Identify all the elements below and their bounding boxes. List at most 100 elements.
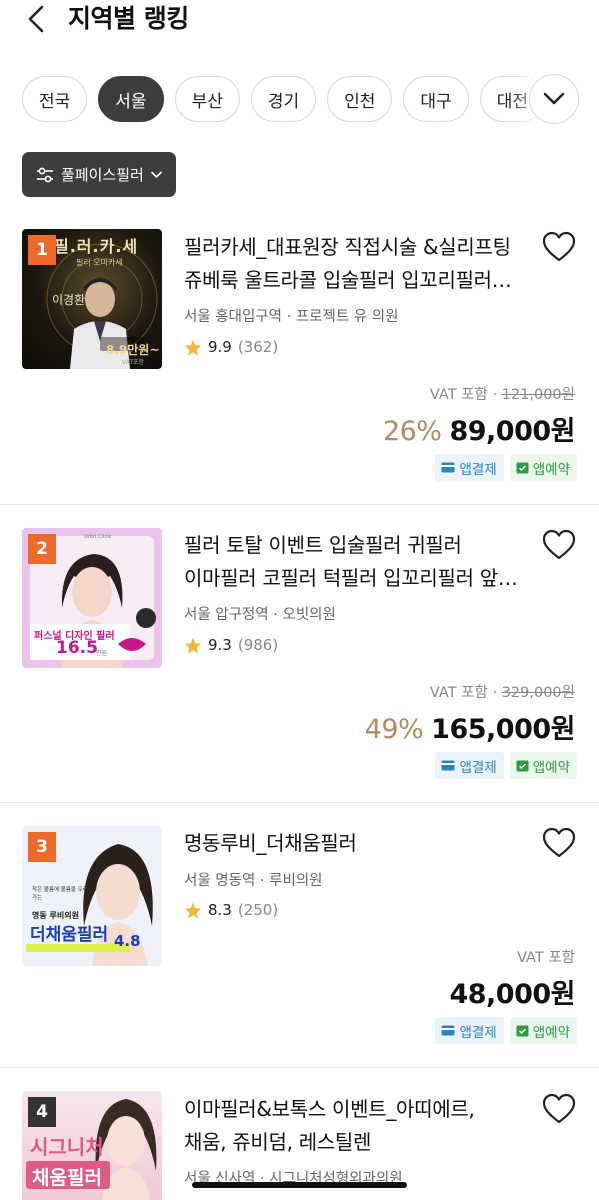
original-price: 121,000원 bbox=[501, 387, 575, 403]
item-thumbnail[interactable]: 시그니처 채움필러 4 bbox=[22, 1091, 162, 1200]
item-title-line: 이마필러&보톡스 이벤트_아띠에르, bbox=[184, 1097, 475, 1121]
app-pay-tag: 앱결제 bbox=[435, 1017, 504, 1044]
original-price: 329,000원 bbox=[501, 685, 575, 701]
app-booking-tag: 앱예약 bbox=[509, 752, 577, 779]
item-title-line: 필러 토탈 이벤트 입술필러 귀필러 bbox=[184, 533, 462, 557]
price-box: VAT 포함 · 329,000원 49% 165,000원 bbox=[364, 681, 576, 746]
vat-line: VAT 포함 · 329,000원 bbox=[365, 681, 575, 702]
region-chip-seoul[interactable]: 서울 bbox=[98, 76, 164, 122]
item-title[interactable]: 명동루비_더채움필러 bbox=[184, 827, 544, 860]
thumb-price: 4.8 bbox=[114, 932, 141, 950]
item-tags: 앱결제 앱예약 bbox=[435, 454, 577, 481]
rank-badge: 4 bbox=[28, 1097, 56, 1127]
final-price: 48,000원 bbox=[449, 979, 575, 1010]
item-location: 서울 홍대입구역 · 프로젝트 유 의원 bbox=[184, 309, 399, 325]
expand-regions-button[interactable] bbox=[529, 74, 579, 124]
sliders-icon bbox=[37, 167, 53, 182]
calendar-check-icon bbox=[516, 1025, 529, 1037]
chevron-down-icon bbox=[151, 171, 162, 178]
app-pay-label: 앱결제 bbox=[459, 759, 497, 776]
heart-icon[interactable] bbox=[542, 1093, 576, 1125]
item-tags: 앱결제 앱예약 bbox=[435, 752, 577, 779]
review-count: (986) bbox=[237, 636, 279, 654]
app-booking-tag: 앱예약 bbox=[509, 1017, 577, 1044]
app-pay-label: 앱결제 bbox=[459, 461, 497, 478]
vat-label: VAT 포함 · bbox=[429, 387, 498, 403]
final-price: 89,000원 bbox=[449, 416, 575, 447]
region-filter-row: 전국 서울 부산 경기 인천 대구 대전 bbox=[0, 72, 599, 128]
app-pay-label: 앱결제 bbox=[459, 1024, 497, 1041]
back-arrow-icon[interactable] bbox=[22, 4, 52, 34]
thumb-heading: 채움필러 bbox=[32, 1167, 102, 1189]
calendar-check-icon bbox=[516, 760, 529, 772]
item-rating: 9.9 (362) bbox=[184, 338, 278, 356]
discount-rate: 26% bbox=[382, 416, 442, 447]
region-chip-daegu[interactable]: 대구 bbox=[403, 76, 469, 122]
app-pay-tag: 앱결제 bbox=[435, 752, 504, 779]
review-count: (362) bbox=[237, 338, 279, 356]
item-title-line: 필러카세_대표원장 직접시술 &실리프팅 bbox=[184, 235, 511, 259]
price-line: 48,000원 bbox=[449, 972, 575, 1011]
thumb-heading: 더채움필러 bbox=[30, 925, 109, 945]
price-box: VAT 포함 48,000원 bbox=[449, 946, 575, 1011]
item-thumbnail[interactable]: Orbit Clinic 퍼스널 디자인 필러 16.5 만원 2 bbox=[22, 528, 162, 668]
star-icon bbox=[184, 637, 202, 654]
heart-icon[interactable] bbox=[542, 827, 576, 859]
thumb-price: 16.5 bbox=[56, 638, 98, 658]
procedure-filter-button[interactable]: 풀페이스필러 bbox=[22, 152, 176, 197]
rating-score: 9.3 bbox=[208, 636, 232, 654]
price-line: 49% 165,000원 bbox=[364, 707, 576, 746]
item-location: 서울 압구정역 · 오빗의원 bbox=[184, 607, 336, 623]
item-rating: 9.3 (986) bbox=[184, 636, 278, 654]
heart-icon[interactable] bbox=[542, 231, 576, 263]
app-booking-tag: 앱예약 bbox=[509, 454, 577, 481]
item-title[interactable]: 필러 토탈 이벤트 입술필러 귀필러 이마필러 코필러 턱필러 입꼬리필러 앞… bbox=[184, 529, 544, 595]
region-chip-incheon[interactable]: 인천 bbox=[327, 76, 393, 122]
thumb-heading: 필.러.카.세 bbox=[54, 237, 139, 256]
thumb-brand: Orbit Clinic bbox=[84, 534, 112, 540]
region-chip-nationwide[interactable]: 전국 bbox=[22, 76, 88, 122]
region-chip-busan[interactable]: 부산 bbox=[174, 76, 240, 122]
app-booking-label: 앱예약 bbox=[532, 1024, 570, 1041]
chevron-down-icon bbox=[543, 92, 565, 105]
item-title[interactable]: 필러카세_대표원장 직접시술 &실리프팅 쥬베룩 울트라콜 입술필러 입꼬리필러… bbox=[184, 231, 544, 297]
item-title-line: 이마필러 코필러 턱필러 입꼬리필러 앞… bbox=[184, 566, 518, 590]
thumb-subheading: 시그니처 bbox=[30, 1135, 104, 1159]
thumb-doctor-name: 이경환 bbox=[52, 293, 86, 307]
vat-line: VAT 포함 · 121,000원 bbox=[383, 383, 575, 404]
item-thumbnail[interactable]: 필.러.카.세 필러 오마카세 이경환 8.9만원~ VAT포함 1 bbox=[22, 229, 162, 369]
card-icon bbox=[441, 462, 455, 473]
item-divider bbox=[0, 802, 599, 803]
item-divider bbox=[0, 504, 599, 505]
rank-badge: 3 bbox=[28, 832, 56, 862]
card-icon bbox=[441, 1025, 455, 1036]
calendar-check-icon bbox=[516, 462, 529, 474]
item-thumbnail[interactable]: 작은 볼륨에 볼륨을 오래가는 명동 루비의원 더채움필러 4.8 3 bbox=[22, 826, 162, 966]
card-icon bbox=[441, 760, 455, 771]
rank-badge: 2 bbox=[28, 534, 56, 564]
rank-badge: 1 bbox=[28, 235, 56, 265]
thumb-vat: VAT포함 bbox=[122, 359, 145, 366]
page-title: 지역별 랭킹 bbox=[68, 4, 189, 33]
vat-label: VAT 포함 · bbox=[429, 685, 498, 701]
item-location: 서울 명동역 · 루비의원 bbox=[184, 873, 323, 889]
star-icon bbox=[184, 339, 202, 356]
price-line: 26% 89,000원 bbox=[382, 409, 576, 448]
item-title[interactable]: 이마필러&보톡스 이벤트_아띠에르, 채움, 쥬비덤, 레스틸렌 bbox=[184, 1093, 544, 1159]
app-booking-label: 앱예약 bbox=[532, 759, 570, 776]
app-booking-label: 앱예약 bbox=[532, 461, 570, 478]
item-rating: 8.3 (250) bbox=[184, 901, 278, 919]
vat-line: VAT 포함 bbox=[449, 946, 575, 967]
thumb-small-copy: 작은 볼륨에 볼륨을 오래가는 bbox=[32, 887, 88, 901]
region-chip-gyeonggi[interactable]: 경기 bbox=[250, 76, 317, 122]
item-divider bbox=[0, 1067, 599, 1068]
discount-rate: 49% bbox=[364, 714, 424, 745]
price-box: VAT 포함 · 121,000원 26% 89,000원 bbox=[382, 383, 576, 448]
home-indicator bbox=[192, 1182, 407, 1188]
thumb-unit: 만원 bbox=[96, 650, 108, 657]
thumb-subheading: 필러 오마카세 bbox=[76, 258, 123, 267]
heart-icon[interactable] bbox=[542, 529, 576, 561]
vat-label: VAT 포함 bbox=[517, 950, 575, 966]
item-title-line: 쥬베룩 울트라콜 입술필러 입꼬리필러… bbox=[184, 268, 512, 292]
item-title-line: 채움, 쥬비덤, 레스틸렌 bbox=[184, 1130, 372, 1154]
